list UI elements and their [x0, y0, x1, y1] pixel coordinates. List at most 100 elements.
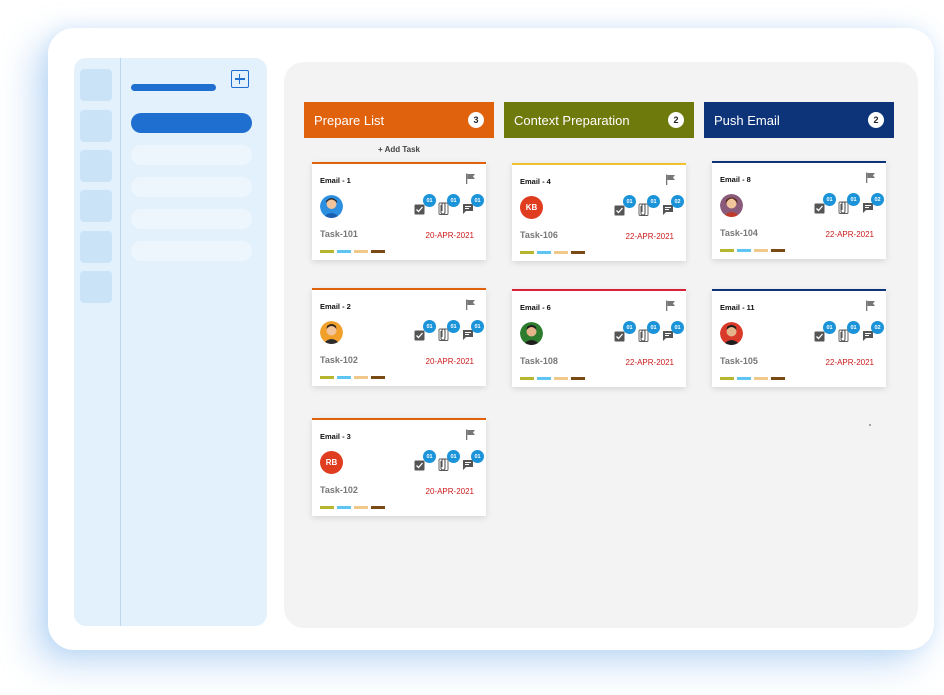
- checklist-icon[interactable]: 01: [814, 193, 836, 214]
- count-badge: 01: [471, 320, 484, 333]
- sidebar-item-5[interactable]: [131, 241, 252, 261]
- card-accent-line: [512, 289, 686, 291]
- sidebar: [74, 58, 267, 626]
- flag-icon[interactable]: [665, 172, 676, 185]
- label-chip: [720, 249, 734, 252]
- sidebar-item-4[interactable]: [131, 209, 252, 229]
- rail-item-2[interactable]: [80, 110, 112, 142]
- card-title: Email - 2: [320, 302, 351, 311]
- comment-icon[interactable]: 02: [862, 321, 884, 342]
- card-title: Email - 1: [320, 176, 351, 185]
- comment-icon[interactable]: 02: [862, 193, 884, 214]
- count-badge: 02: [871, 321, 884, 334]
- task-card[interactable]: Email - 8 01 01 02 Task-104 22-APR-2021: [712, 161, 886, 259]
- checklist-icon[interactable]: 01: [414, 320, 436, 341]
- flag-icon[interactable]: [665, 298, 676, 311]
- task-card[interactable]: Email - 6 01 01 01 Task-108 22-APR-2021: [512, 289, 686, 387]
- task-card[interactable]: Email - 2 01 01 01 Task-102 20-APR-2021: [312, 288, 486, 386]
- rail-item-1[interactable]: [80, 69, 112, 101]
- card-icon-row: 01 01 02: [814, 193, 884, 214]
- attachment-icon[interactable]: 01: [638, 321, 660, 342]
- column-header-context-preparation[interactable]: Context Preparation 2: [504, 102, 694, 138]
- column-count-badge: 2: [868, 112, 884, 128]
- task-id: Task-106: [520, 230, 558, 240]
- task-card[interactable]: Email - 4 KB 01 01 02 Task-106 22-APR-2021: [512, 163, 686, 261]
- attachment-icon[interactable]: 01: [638, 195, 660, 216]
- card-accent-line: [312, 418, 486, 420]
- due-date: 20-APR-2021: [425, 487, 474, 496]
- label-chip: [354, 506, 368, 509]
- task-id: Task-101: [320, 229, 358, 239]
- comment-icon[interactable]: 01: [462, 450, 484, 471]
- task-id: Task-102: [320, 485, 358, 495]
- count-badge: 01: [847, 321, 860, 334]
- label-chip: [520, 251, 534, 254]
- assignee-avatar[interactable]: [320, 321, 343, 344]
- comment-icon[interactable]: 02: [662, 195, 684, 216]
- attachment-icon[interactable]: 01: [438, 320, 460, 341]
- flag-icon[interactable]: [865, 298, 876, 311]
- task-card[interactable]: Email - 1 01 01 01 Task-101 20-APR-2021: [312, 162, 486, 260]
- add-page-icon[interactable]: [231, 70, 249, 88]
- rail-item-5[interactable]: [80, 231, 112, 263]
- assignee-avatar[interactable]: RB: [320, 451, 343, 474]
- assignee-avatar[interactable]: [320, 195, 343, 218]
- label-chip: [320, 376, 334, 379]
- label-chip: [554, 377, 568, 380]
- count-badge: 02: [671, 195, 684, 208]
- comment-icon[interactable]: 01: [462, 194, 484, 215]
- count-badge: 02: [871, 193, 884, 206]
- flag-icon[interactable]: [465, 171, 476, 184]
- checklist-icon[interactable]: 01: [614, 195, 636, 216]
- assignee-avatar[interactable]: [720, 322, 743, 345]
- card-icon-row: 01 01 01: [414, 194, 484, 215]
- comment-icon[interactable]: 01: [662, 321, 684, 342]
- assignee-avatar[interactable]: KB: [520, 196, 543, 219]
- column-title: Context Preparation: [514, 112, 630, 128]
- assignee-avatar[interactable]: [520, 322, 543, 345]
- rail-item-6[interactable]: [80, 271, 112, 303]
- checklist-icon[interactable]: 01: [414, 194, 436, 215]
- task-card[interactable]: Email - 11 01 01 02 Task-105 22-APR-2021: [712, 289, 886, 387]
- column-header-prepare-list[interactable]: Prepare List 3: [304, 102, 494, 138]
- count-badge: 01: [447, 450, 460, 463]
- flag-icon[interactable]: [465, 297, 476, 310]
- column-header-push-email[interactable]: Push Email 2: [704, 102, 894, 138]
- label-chip: [537, 251, 551, 254]
- due-date: 22-APR-2021: [625, 358, 674, 367]
- assignee-avatar[interactable]: [720, 194, 743, 217]
- sidebar-item-active[interactable]: [131, 113, 252, 133]
- count-badge: 01: [447, 320, 460, 333]
- checklist-icon[interactable]: 01: [814, 321, 836, 342]
- card-accent-line: [712, 289, 886, 291]
- checklist-icon[interactable]: 01: [614, 321, 636, 342]
- label-chip: [354, 250, 368, 253]
- checklist-icon[interactable]: 01: [414, 450, 436, 471]
- label-chip: [754, 377, 768, 380]
- flag-icon[interactable]: [465, 427, 476, 440]
- attachment-icon[interactable]: 01: [838, 193, 860, 214]
- rail-item-4[interactable]: [80, 190, 112, 222]
- label-chip: [571, 377, 585, 380]
- attachment-icon[interactable]: 01: [438, 450, 460, 471]
- label-chip: [337, 506, 351, 509]
- rail-item-3[interactable]: [80, 150, 112, 182]
- card-accent-line: [712, 161, 886, 163]
- sidebar-item-2[interactable]: [131, 145, 252, 165]
- card-accent-line: [312, 162, 486, 164]
- comment-icon[interactable]: 01: [462, 320, 484, 341]
- card-accent-line: [312, 288, 486, 290]
- label-chip: [320, 250, 334, 253]
- sidebar-title-placeholder: [131, 84, 216, 91]
- label-bars: [320, 506, 385, 509]
- label-bars: [720, 249, 785, 252]
- add-task-button[interactable]: + Add Task: [304, 145, 494, 154]
- attachment-icon[interactable]: 01: [438, 194, 460, 215]
- task-card[interactable]: Email - 3 RB 01 01 01 Task-102 20-APR-2021: [312, 418, 486, 516]
- sidebar-item-3[interactable]: [131, 177, 252, 197]
- label-bars: [520, 377, 585, 380]
- attachment-icon[interactable]: 01: [838, 321, 860, 342]
- label-bars: [520, 251, 585, 254]
- count-badge: 01: [647, 195, 660, 208]
- flag-icon[interactable]: [865, 170, 876, 183]
